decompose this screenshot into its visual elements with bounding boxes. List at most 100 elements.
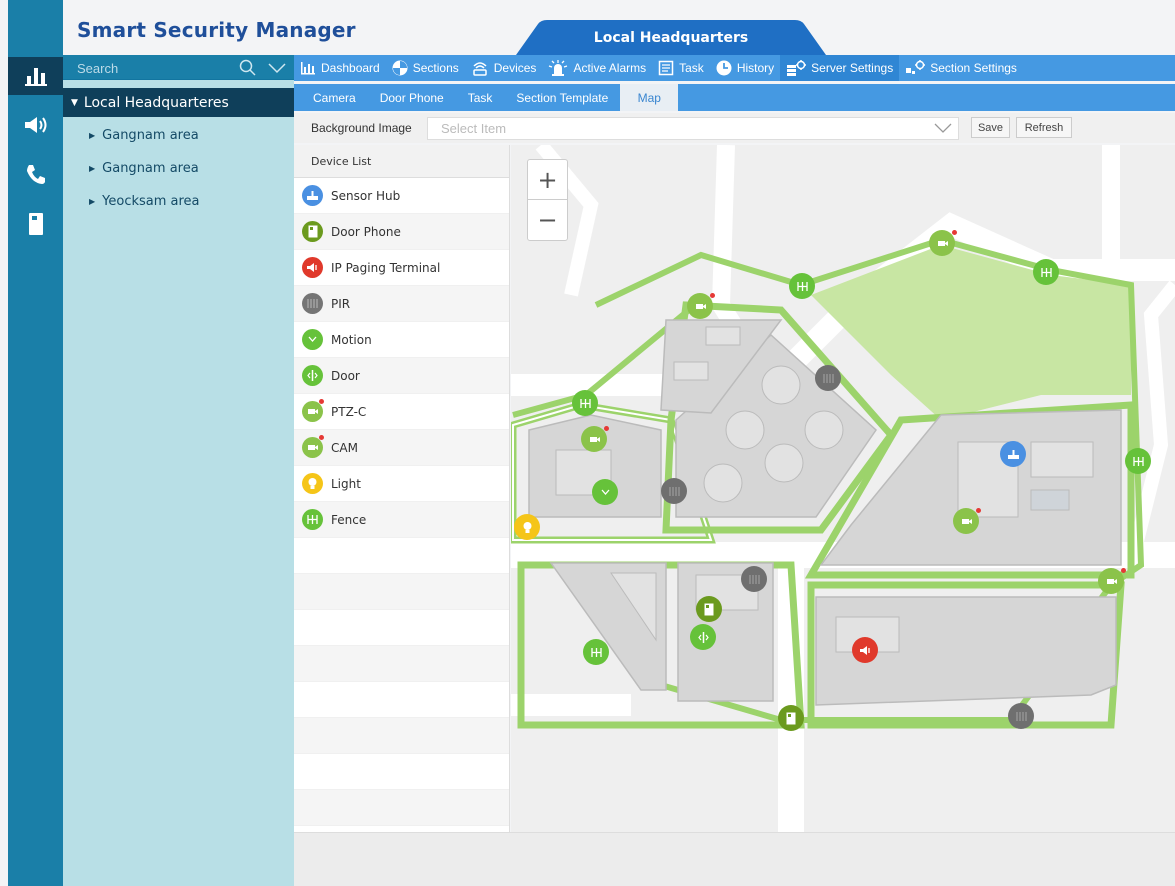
tab-map[interactable]: Map: [620, 84, 679, 111]
bar-chart-icon: [24, 68, 47, 86]
map-device-door[interactable]: [690, 624, 716, 650]
device-item-motion[interactable]: Motion: [294, 322, 509, 358]
section-settings-icon: [906, 60, 926, 74]
save-button[interactable]: Save: [971, 117, 1010, 138]
map-device-door-phone[interactable]: [778, 705, 804, 731]
map-device-fence[interactable]: [1125, 448, 1151, 474]
tab-section-template[interactable]: Section Template: [504, 84, 620, 111]
map-device-pir[interactable]: [815, 365, 841, 391]
camera-icon: [302, 435, 324, 458]
ptz-camera-icon: [589, 436, 600, 442]
tab-camera[interactable]: Camera: [294, 84, 368, 111]
device-item-cam[interactable]: CAM: [294, 430, 509, 466]
map-device-door-phone[interactable]: [696, 596, 722, 622]
map-device-fence[interactable]: [583, 639, 609, 665]
pir-icon: [668, 486, 680, 496]
ptz-camera-icon: [695, 303, 706, 309]
ptz-camera-icon: [937, 240, 948, 246]
app-title: Smart Security Manager: [77, 18, 356, 42]
map-device-motion[interactable]: [592, 479, 618, 505]
light-icon: [523, 521, 531, 533]
tree-item-label: Gangnam area: [102, 128, 199, 143]
device-item-label: CAM: [331, 440, 358, 455]
nav-active-alarms[interactable]: Active Alarms: [542, 55, 652, 81]
nav-label: Dashboard: [321, 61, 380, 75]
background-image-select[interactable]: Select Item: [427, 117, 959, 140]
nav-sections[interactable]: Sections: [386, 55, 465, 81]
tab-door-phone[interactable]: Door Phone: [368, 84, 456, 111]
nav-task[interactable]: Task: [652, 55, 710, 81]
nav-history[interactable]: History: [710, 55, 780, 81]
zoom-in-button[interactable]: +: [528, 160, 567, 200]
map-device-ptz[interactable]: [687, 293, 715, 319]
map-device-paging[interactable]: [852, 637, 878, 663]
site-tab[interactable]: Local Headquarters: [516, 20, 826, 55]
search-box: [63, 55, 294, 80]
ptz-camera-icon: [302, 399, 324, 422]
nav-label: Task: [679, 61, 704, 75]
icon-rail: [8, 0, 63, 886]
device-item-door[interactable]: Door: [294, 358, 509, 394]
device-item-light[interactable]: Light: [294, 466, 509, 502]
map-device-sensor-hub[interactable]: [1000, 441, 1026, 467]
speaker-icon: [24, 117, 46, 133]
device-item-pir[interactable]: PIR: [294, 286, 509, 322]
map-device-pir[interactable]: [1008, 703, 1034, 729]
fence-icon: [579, 398, 591, 408]
tab-task[interactable]: Task: [456, 84, 505, 111]
map-canvas[interactable]: + −: [511, 145, 1175, 832]
map-device-pir[interactable]: [661, 478, 687, 504]
zoom-out-button[interactable]: −: [528, 200, 567, 240]
tree-item[interactable]: ▶ Gangnam area: [89, 161, 199, 176]
top-navigation: Dashboard Sections Devices Active Alarms…: [294, 55, 1175, 81]
device-item-ip-paging-terminal[interactable]: IP Paging Terminal: [294, 250, 509, 286]
device-item-sensor-hub[interactable]: Sensor Hub: [294, 178, 509, 214]
tree-item[interactable]: ▶ Gangnam area: [89, 128, 199, 143]
map-device-light[interactable]: [514, 514, 540, 540]
tree-root[interactable]: ▼ Local Headquarteres: [63, 88, 294, 117]
rail-dashboard-button[interactable]: [8, 57, 63, 95]
device-item-door-phone[interactable]: Door Phone: [294, 214, 509, 250]
nav-dashboard[interactable]: Dashboard: [294, 55, 386, 81]
device-item-fence[interactable]: Fence: [294, 502, 509, 538]
rail-phone-button[interactable]: [8, 155, 63, 193]
rail-door-phone-button[interactable]: [8, 205, 63, 243]
map-device-ptz[interactable]: [929, 230, 957, 256]
map-device-fence[interactable]: [1033, 259, 1059, 285]
door-icon: [302, 365, 323, 386]
tree-root-label: Local Headquarteres: [83, 94, 229, 111]
search-input[interactable]: [67, 58, 267, 78]
fence-icon: [590, 647, 602, 657]
fence-icon: [796, 281, 808, 291]
search-icon[interactable]: [239, 59, 257, 77]
tree-item[interactable]: ▶ Yeocksam area: [89, 194, 200, 209]
chevron-down-icon: [934, 123, 952, 133]
nav-devices[interactable]: Devices: [465, 55, 543, 81]
door-phone-icon: [302, 221, 323, 242]
map-device-pir[interactable]: [741, 566, 767, 592]
bar-chart-icon: [301, 62, 315, 75]
device-list-empty-row: [294, 610, 509, 646]
speaker-icon: [859, 645, 870, 655]
device-item-label: IP Paging Terminal: [331, 260, 441, 275]
map-device-ptz[interactable]: [581, 426, 609, 452]
fence-icon: [1132, 456, 1144, 466]
map-device-ptz[interactable]: [1098, 568, 1126, 594]
background-image-label: Background Image: [311, 121, 412, 135]
nav-server-settings[interactable]: Server Settings: [780, 55, 900, 81]
server-settings-icon: [787, 60, 807, 76]
map-device-fence[interactable]: [572, 390, 598, 416]
tree-item-label: Yeocksam area: [102, 194, 200, 209]
nav-section-settings[interactable]: Section Settings: [899, 55, 1023, 81]
rail-broadcast-button[interactable]: [8, 106, 63, 144]
site-tab-label: Local Headquarters: [593, 30, 749, 46]
map-device-camera[interactable]: [953, 508, 981, 534]
device-list-empty-row: [294, 718, 509, 754]
device-item-ptz-c[interactable]: PTZ-C: [294, 394, 509, 430]
sidebar: ▼ Local Headquarteres ▶ Gangnam area ▶ G…: [63, 55, 294, 886]
chevron-down-icon[interactable]: [268, 62, 286, 74]
caret-right-icon: ▶: [89, 197, 96, 206]
header: Smart Security Manager Local Headquarter…: [63, 0, 1175, 55]
map-device-fence[interactable]: [789, 273, 815, 299]
refresh-button[interactable]: Refresh: [1016, 117, 1072, 138]
